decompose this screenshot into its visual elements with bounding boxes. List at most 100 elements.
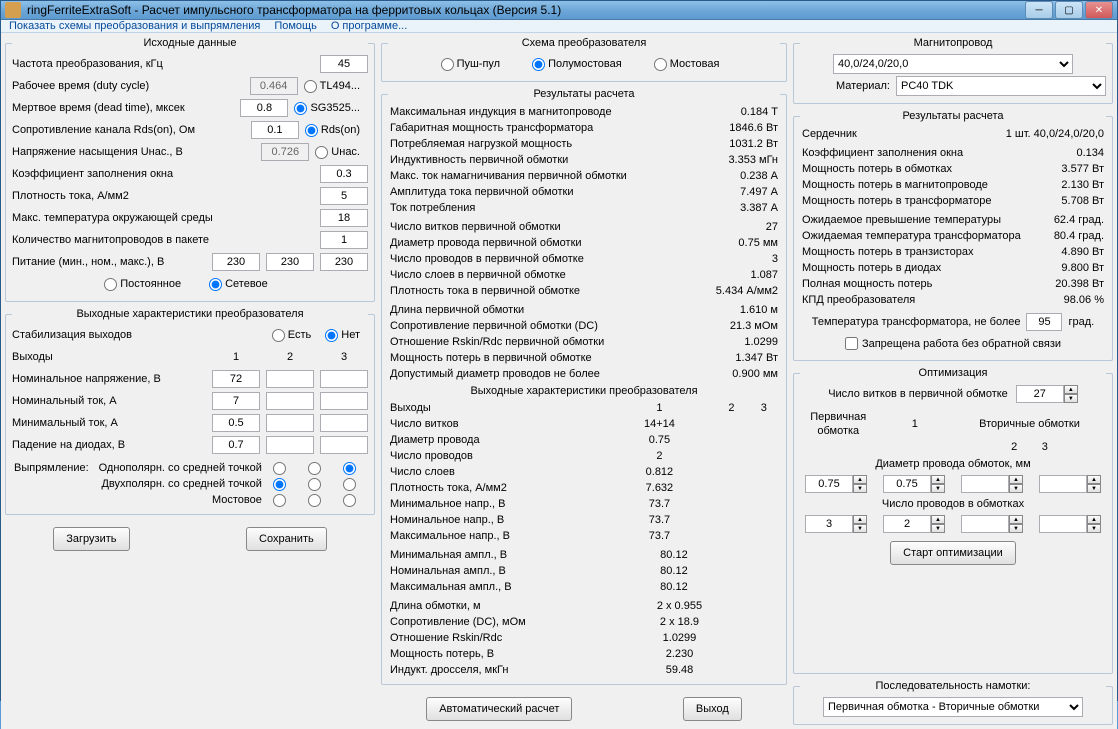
rds-label: Сопротивление канала Rds(on), Ом [12, 124, 245, 136]
ps-ac-radio[interactable]: Сетевое [209, 278, 268, 291]
rect3-r1[interactable] [273, 494, 286, 507]
unom-input-1[interactable] [212, 370, 260, 388]
dead-input[interactable] [240, 99, 288, 117]
ps-label: Питание (мин., ном., макс.), В [12, 256, 206, 268]
opt-nw3-input[interactable] [961, 515, 1009, 533]
dead-label: Мертвое время (dead time), мксек [12, 102, 234, 114]
freq-input[interactable] [320, 55, 368, 73]
rect1-r2[interactable] [308, 462, 321, 475]
ps-max-input[interactable] [320, 253, 368, 271]
usat-label: Напряжение насыщения Uнас., В [12, 146, 255, 158]
inom-input-3[interactable] [320, 392, 368, 410]
load-button[interactable]: Загрузить [53, 527, 129, 551]
freq-label: Частота преобразования, кГц [12, 58, 314, 70]
stab-yes-radio[interactable]: Есть [272, 329, 311, 342]
core-material-select[interactable]: PC40 TDK [896, 76, 1106, 96]
tamb-input[interactable] [320, 209, 368, 227]
opt-nw1-input[interactable] [805, 515, 853, 533]
output-legend: Выходные характеристики преобразователя [70, 308, 309, 320]
spin-up-icon[interactable]: ▲ [1064, 385, 1078, 394]
menu-help[interactable]: Помощь [274, 20, 317, 32]
scheme-fb-radio[interactable]: Мостовая [654, 58, 720, 71]
winding-seq-group: Последовательность намотки: Первичная об… [793, 680, 1113, 725]
titlebar: ringFerriteExtraSoft - Расчет импульсног… [1, 1, 1117, 20]
menu-schemes[interactable]: Показать схемы преобразования и выпрямле… [9, 20, 260, 32]
kfill-label: Коэффициент заполнения окна [12, 168, 314, 180]
inom-input-2[interactable] [266, 392, 314, 410]
ncore-label: Количество магнитопроводов в пакете [12, 234, 314, 246]
ps-nom-input[interactable] [266, 253, 314, 271]
unom-input-3[interactable] [320, 370, 368, 388]
rds-radio[interactable]: Rds(on) [305, 124, 360, 137]
rect1-r1[interactable] [273, 462, 286, 475]
ncore-input[interactable] [320, 231, 368, 249]
menubar: Показать схемы преобразования и выпрямле… [1, 20, 1117, 33]
opt-d4-input[interactable] [1039, 475, 1087, 493]
unom-input-2[interactable] [266, 370, 314, 388]
app-icon [5, 2, 21, 18]
usat-radio[interactable]: Uнас. [315, 146, 360, 159]
jdens-label: Плотность тока, А/мм2 [12, 190, 314, 202]
opt-d2-input[interactable] [883, 475, 931, 493]
start-opt-button[interactable]: Старт оптимизации [890, 541, 1016, 565]
save-button[interactable]: Сохранить [246, 527, 327, 551]
ps-const-radio[interactable]: Постоянное [104, 278, 181, 291]
nofb-checkbox[interactable] [845, 337, 858, 350]
rect2-r2[interactable] [308, 478, 321, 491]
unom-label: Номинальное напряжение, В [12, 373, 206, 385]
menu-about[interactable]: О программе... [331, 20, 407, 32]
outputs-label: Выходы [12, 351, 206, 363]
rect3-r3[interactable] [343, 494, 356, 507]
duty-radio[interactable]: TL494... [304, 80, 360, 93]
imin-input-3[interactable] [320, 414, 368, 432]
source-data-group: Исходные данные Частота преобразования, … [5, 37, 375, 302]
dead-radio[interactable]: SG3525... [294, 102, 360, 115]
vdiode-input-3[interactable] [320, 436, 368, 454]
scheme-group: Схема преобразователя Пуш-пул Полумостов… [381, 37, 787, 82]
vdiode-label: Падение на диодах, В [12, 439, 206, 451]
ps-min-input[interactable] [212, 253, 260, 271]
imin-input-2[interactable] [266, 414, 314, 432]
jdens-input[interactable] [320, 187, 368, 205]
output-params-group: Выходные характеристики преобразователя … [5, 308, 375, 515]
rect2-r1[interactable] [273, 478, 286, 491]
usat-input [261, 143, 309, 161]
opt-nw4-input[interactable] [1039, 515, 1087, 533]
results-group: Результаты расчета Максимальная индукция… [381, 88, 787, 685]
inom-label: Номинальный ток, А [12, 395, 206, 407]
vdiode-input-2[interactable] [266, 436, 314, 454]
tmax-input[interactable] [1026, 313, 1062, 331]
opt-nw2-input[interactable] [883, 515, 931, 533]
source-legend: Исходные данные [138, 37, 243, 49]
rds-input[interactable] [251, 121, 299, 139]
core-group: Магнитопровод 40,0/24,0/20,0 Материал:PC… [793, 37, 1113, 104]
scheme-hb-radio[interactable]: Полумостовая [532, 58, 622, 71]
imin-input-1[interactable] [212, 414, 260, 432]
maximize-button[interactable]: ▢ [1055, 1, 1083, 19]
vdiode-input-1[interactable] [212, 436, 260, 454]
app-window: ringFerriteExtraSoft - Расчет импульсног… [0, 0, 1118, 701]
optimization-group: Оптимизация Число витков в первичной обм… [793, 367, 1113, 674]
window-title: ringFerriteExtraSoft - Расчет импульсног… [27, 3, 1025, 17]
scheme-pp-radio[interactable]: Пуш-пул [441, 58, 501, 71]
rect2-r3[interactable] [343, 478, 356, 491]
opt-n1-input[interactable] [1016, 385, 1064, 403]
stab-label: Стабилизация выходов [12, 329, 266, 341]
duty-label: Рабочее время (duty cycle) [12, 80, 244, 92]
minimize-button[interactable]: ─ [1025, 1, 1053, 19]
winding-seq-select[interactable]: Первичная обмотка - Вторичные обмотки [823, 697, 1083, 717]
tamb-label: Макс. температура окружающей среды [12, 212, 314, 224]
close-button[interactable]: ✕ [1085, 1, 1113, 19]
stab-no-radio[interactable]: Нет [325, 329, 360, 342]
rect3-r2[interactable] [308, 494, 321, 507]
kfill-input[interactable] [320, 165, 368, 183]
opt-d1-input[interactable] [805, 475, 853, 493]
inom-input-1[interactable] [212, 392, 260, 410]
core-size-select[interactable]: 40,0/24,0/20,0 [833, 54, 1073, 74]
results2-group: Результаты расчета Сердечник1 шт. 40,0/2… [793, 110, 1113, 361]
rect-label: Выпрямление: [12, 460, 97, 476]
rect1-r3[interactable] [343, 462, 356, 475]
duty-input [250, 77, 298, 95]
spin-down-icon[interactable]: ▼ [1064, 394, 1078, 403]
opt-d3-input[interactable] [961, 475, 1009, 493]
